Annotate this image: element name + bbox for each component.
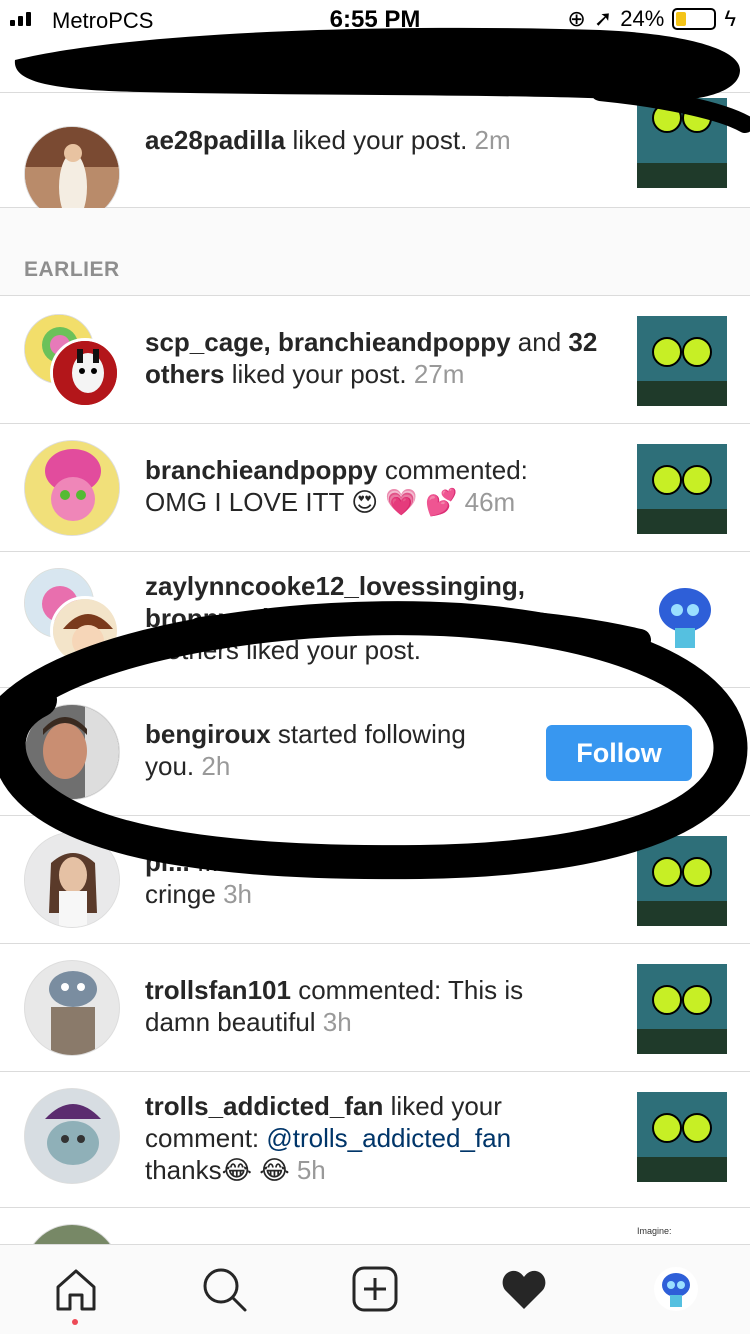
home-notification-dot	[72, 1319, 78, 1325]
comment-text: OMG I LOVE ITT 😍 💗 💕	[145, 487, 458, 517]
avatar[interactable]	[24, 440, 120, 536]
activity-text: zaylynncooke12_lovessinging, broppy_chi.…	[145, 570, 615, 666]
action-text: liked your	[390, 1091, 502, 1121]
post-thumbnail[interactable]	[637, 444, 727, 534]
action-text: liked your post.	[292, 125, 468, 155]
comment-text: damn beautiful	[145, 1007, 316, 1037]
post-thumbnail[interactable]	[637, 98, 727, 188]
timestamp: 3h	[223, 879, 252, 909]
activity-text: trolls_addicted_fan liked your comment: …	[145, 1090, 615, 1186]
action-text-2: you.	[145, 751, 195, 781]
thumbnail-text: Imagine:	[637, 1226, 672, 1236]
timestamp: 2m	[474, 125, 511, 155]
action-text: started following	[277, 719, 466, 749]
charging-icon: ϟ	[724, 6, 736, 31]
heart-icon[interactable]	[500, 1265, 548, 1313]
username[interactable]: branchieandpoppy	[145, 455, 378, 485]
home-icon[interactable]	[52, 1265, 100, 1313]
status-right: ⊕ ➚ 24% ϟ	[567, 6, 736, 32]
activity-text: pl... ...ww cringe 3h	[145, 846, 615, 910]
activity-row[interactable]: trolls_addicted_fan liked your comment: …	[0, 1072, 750, 1208]
activity-text: ae28padilla liked your post. 2m	[145, 124, 615, 156]
activity-row[interactable]: Imagine:	[0, 1208, 750, 1320]
tab-bar	[0, 1244, 750, 1334]
activity-text: trollsfan101 commented: This is damn bea…	[145, 974, 615, 1038]
post-thumbnail[interactable]	[637, 964, 727, 1054]
avatar[interactable]	[24, 960, 120, 1056]
add-post-icon[interactable]	[351, 1265, 399, 1313]
battery-icon	[672, 8, 717, 30]
action-text: commented:	[384, 455, 528, 485]
activity-text: bengiroux started following you. 2h	[145, 718, 535, 782]
username[interactable]: scp_cage, branchieandpoppy	[145, 327, 511, 357]
follow-button[interactable]: Follow	[546, 725, 692, 781]
avatar[interactable]	[24, 832, 120, 928]
username[interactable]: trollsfan101	[145, 975, 291, 1005]
post-thumbnail[interactable]	[637, 316, 727, 406]
section-label-earlier: EARLIER	[24, 258, 120, 281]
action-text: commented: This is	[298, 975, 524, 1005]
activity-row[interactable]: ae28padilla liked your post. 2m	[0, 96, 750, 222]
conjunction: and	[517, 327, 562, 357]
usernames-line: broppy_chi... ...wattpad	[145, 603, 434, 633]
activity-text: scp_cage, branchieandpoppy and 32 others…	[145, 326, 615, 390]
timestamp: 46m	[464, 487, 516, 517]
post-thumbnail[interactable]	[637, 1092, 727, 1182]
comment-text: thanks😂 😂	[145, 1155, 290, 1185]
action-text-2: comment:	[145, 1123, 260, 1153]
avatar[interactable]	[24, 704, 120, 800]
activity-row[interactable]: branchieandpoppy commented: OMG I LOVE I…	[0, 424, 750, 552]
status-bar: MetroPCS 6:55 PM ⊕ ➚ 24% ϟ	[0, 0, 750, 40]
timestamp: 3h	[322, 1007, 352, 1037]
username[interactable]: bengiroux	[145, 719, 271, 749]
activity-row[interactable]: zaylynncooke12_lovessinging, broppy_chi.…	[0, 552, 750, 688]
timestamp: 2h	[201, 751, 231, 781]
search-icon[interactable]	[200, 1265, 248, 1313]
activity-row[interactable]: pl... ...ww cringe 3h	[0, 816, 750, 944]
location-icon: ➚	[593, 6, 613, 31]
action-text: ...others liked your post.	[145, 635, 422, 665]
avatar-secondary[interactable]	[50, 596, 120, 666]
avatar[interactable]	[24, 1088, 120, 1184]
profile-avatar-icon[interactable]	[652, 1265, 700, 1313]
comment-text-2: cringe	[145, 879, 216, 909]
section-gap	[0, 208, 750, 296]
timestamp: 27m	[413, 359, 465, 389]
avatar-secondary[interactable]	[50, 338, 120, 408]
battery-percent: 24%	[620, 6, 665, 31]
comment-text: ...ww	[197, 847, 257, 877]
timestamp: 5h	[296, 1155, 326, 1185]
action-text: liked your post.	[231, 359, 407, 389]
activity-row[interactable]: scp_cage, branchieandpoppy and 32 others…	[0, 296, 750, 424]
activity-text: branchieandpoppy commented: OMG I LOVE I…	[145, 454, 615, 518]
header-divider	[0, 92, 750, 93]
username[interactable]: pl...	[145, 847, 190, 877]
username[interactable]: zaylynncooke12_lovessinging,	[145, 571, 525, 601]
username[interactable]: trolls_addicted_fan	[145, 1091, 383, 1121]
post-thumbnail[interactable]	[645, 580, 725, 660]
lock-rotation-icon: ⊕	[567, 6, 586, 31]
post-thumbnail[interactable]	[637, 836, 727, 926]
activity-row[interactable]: bengiroux started following you. 2h Foll…	[0, 688, 750, 816]
username[interactable]: ae28padilla	[145, 125, 285, 155]
mention-link[interactable]: @trolls_addicted_fan	[266, 1123, 511, 1153]
activity-row[interactable]: trollsfan101 commented: This is damn bea…	[0, 944, 750, 1072]
